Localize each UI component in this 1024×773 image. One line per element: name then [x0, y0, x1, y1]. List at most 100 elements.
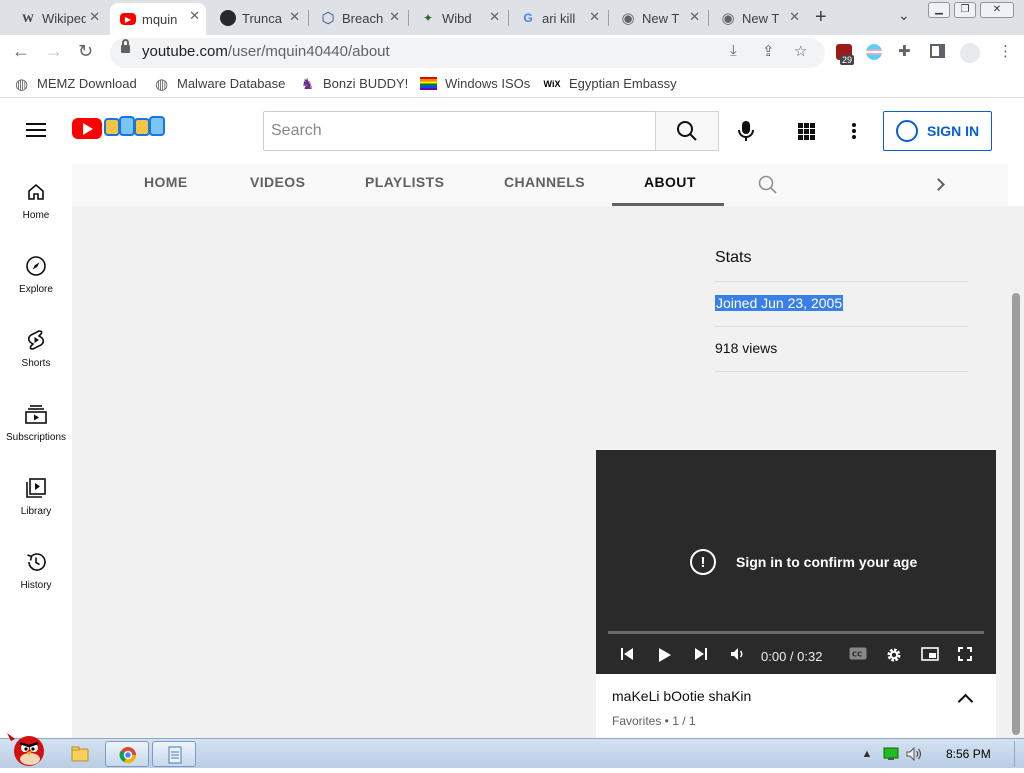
age-gate-message: ! Sign in to confirm your age: [690, 549, 917, 575]
tab-title: Wibd: [442, 10, 472, 26]
close-tab-icon[interactable]: ✕: [589, 9, 600, 25]
close-tab-icon[interactable]: ✕: [789, 9, 800, 25]
chevron-right-icon[interactable]: [932, 178, 945, 191]
install-app-icon[interactable]: ⤓: [730, 42, 737, 59]
forward-icon[interactable]: →: [45, 41, 63, 62]
previous-icon[interactable]: [620, 647, 634, 664]
guide-item-shorts[interactable]: Shorts: [0, 312, 72, 386]
taskbar-notepad[interactable]: [152, 741, 196, 767]
network-icon[interactable]: [882, 741, 900, 767]
youtube-logo-icon[interactable]: [72, 118, 102, 139]
voice-search-icon[interactable]: [733, 118, 759, 144]
extensions-puzzle-icon[interactable]: ✚: [898, 42, 911, 60]
view-count: 918 views: [715, 340, 778, 356]
url-text[interactable]: youtube.com/user/mquin40440/about: [142, 43, 390, 60]
captions-icon[interactable]: CC: [849, 647, 867, 663]
start-button[interactable]: [4, 727, 52, 767]
bookmark-label: MEMZ Download: [37, 76, 137, 91]
close-tab-icon[interactable]: ✕: [389, 9, 400, 25]
reload-icon[interactable]: ↻: [78, 41, 93, 62]
play-icon[interactable]: [658, 647, 672, 666]
back-icon[interactable]: ←: [12, 41, 30, 62]
home-icon: [24, 180, 48, 204]
fullscreen-icon[interactable]: [958, 647, 972, 664]
tab-new-tab[interactable]: ◉ New T ✕: [710, 4, 806, 32]
bookmark-egyptian-embassy[interactable]: WiX Egyptian Embassy: [543, 76, 677, 91]
youtube-doodle-logo[interactable]: [104, 115, 166, 143]
url-path: /user/mquin40440/about: [227, 43, 390, 60]
shorts-icon: [24, 328, 48, 352]
new-tab-button[interactable]: +: [815, 6, 827, 29]
restore-window-button[interactable]: ❐: [954, 2, 976, 18]
show-hidden-icons-icon[interactable]: ▲: [860, 741, 874, 767]
tab-title: mquin: [142, 11, 178, 27]
guide-label: History: [20, 580, 52, 591]
share-icon[interactable]: ⇪: [762, 42, 775, 60]
bookmark-memz[interactable]: ◍ MEMZ Download: [14, 76, 137, 93]
taskbar-chrome[interactable]: [105, 741, 149, 767]
bookmark-malware-database[interactable]: ◍ Malware Database: [154, 76, 285, 93]
tab-search-dropdown-icon[interactable]: ⌄: [898, 7, 910, 24]
miniplayer-video[interactable]: ! Sign in to confirm your age 0:00 / 0:3…: [596, 450, 996, 674]
close-tab-icon[interactable]: ✕: [189, 8, 200, 24]
apps-grid-icon[interactable]: [798, 123, 815, 140]
system-clock[interactable]: 8:56 PM: [946, 747, 991, 761]
lock-icon[interactable]: [121, 39, 130, 53]
flag-extension-icon[interactable]: [866, 44, 882, 60]
tab-github[interactable]: Trunca ✕: [210, 4, 306, 32]
close-tab-icon[interactable]: ✕: [289, 9, 300, 25]
settings-gear-icon[interactable]: [886, 647, 902, 666]
tab-wibd[interactable]: ✦ Wibd ✕: [410, 4, 506, 32]
tab-separator: [408, 10, 409, 26]
taskbar: ▲ 8:56 PM: [0, 733, 1024, 768]
minimize-window-button[interactable]: ▁: [928, 2, 950, 18]
tab-wikipedia[interactable]: W Wikipedia ✕: [10, 4, 106, 32]
next-icon[interactable]: [694, 647, 708, 664]
tab-google[interactable]: G ari kill ✕: [510, 4, 606, 32]
close-tab-icon[interactable]: ✕: [89, 9, 100, 25]
miniplayer-title[interactable]: maKeLi bOotie shaKin: [612, 688, 751, 704]
tab-youtube[interactable]: ▶ mquin ✕: [110, 3, 206, 35]
bookmark-star-icon[interactable]: ☆: [794, 42, 807, 60]
bookmark-windows-isos[interactable]: Windows ISOs: [420, 76, 530, 91]
channel-search-icon[interactable]: [758, 175, 778, 200]
browser-toolbar: ← → ↻ youtube.com/user/mquin40440/about …: [0, 35, 1024, 71]
progress-bar[interactable]: [608, 631, 984, 634]
tab-home[interactable]: HOME: [144, 174, 188, 190]
volume-icon[interactable]: [730, 647, 746, 664]
tab-breach[interactable]: ⬡ Breach ✕: [310, 4, 406, 32]
show-desktop-button[interactable]: [1014, 741, 1024, 767]
side-panel-icon[interactable]: [930, 44, 945, 58]
close-window-button[interactable]: ✕: [980, 2, 1014, 18]
tab-channels[interactable]: CHANNELS: [504, 174, 585, 190]
age-gate-text: Sign in to confirm your age: [736, 554, 918, 570]
expand-player-icon[interactable]: [921, 647, 939, 664]
tab-videos[interactable]: VIDEOS: [250, 174, 305, 190]
guide-label: Subscriptions: [5, 432, 67, 443]
close-tab-icon[interactable]: ✕: [489, 9, 500, 25]
bookmark-bonzi-buddy[interactable]: ♞ Bonzi BUDDY!: [300, 76, 408, 93]
chevron-up-icon[interactable]: [957, 693, 974, 710]
tab-about[interactable]: ABOUT: [644, 174, 696, 190]
miniplayer-playlist-info: Favorites • 1 / 1: [612, 714, 696, 728]
tab-new-tab[interactable]: ◉ New T ✕: [610, 4, 706, 32]
scrollbar-thumb[interactable]: [1012, 293, 1020, 735]
search-button[interactable]: [655, 111, 719, 151]
guide-item-explore[interactable]: Explore: [0, 238, 72, 312]
menu-icon[interactable]: [26, 123, 46, 137]
sign-in-button[interactable]: SIGN IN: [883, 111, 992, 151]
speaker-icon[interactable]: [906, 741, 924, 767]
search-input[interactable]: Search: [263, 111, 656, 151]
stats-heading: Stats: [715, 249, 752, 266]
settings-more-icon[interactable]: [852, 123, 856, 139]
tab-separator: [608, 10, 609, 26]
guide-item-library[interactable]: Library: [0, 460, 72, 534]
show-desktop-icon[interactable]: [66, 741, 94, 767]
close-tab-icon[interactable]: ✕: [689, 9, 700, 25]
guide-item-subscriptions[interactable]: Subscriptions: [0, 386, 72, 460]
profile-avatar-icon[interactable]: [960, 43, 980, 63]
guide-item-home[interactable]: Home: [0, 164, 72, 238]
tab-playlists[interactable]: PLAYLISTS: [365, 174, 444, 190]
guide-item-history[interactable]: History: [0, 534, 72, 608]
chrome-menu-icon[interactable]: ⋮: [998, 42, 1013, 60]
